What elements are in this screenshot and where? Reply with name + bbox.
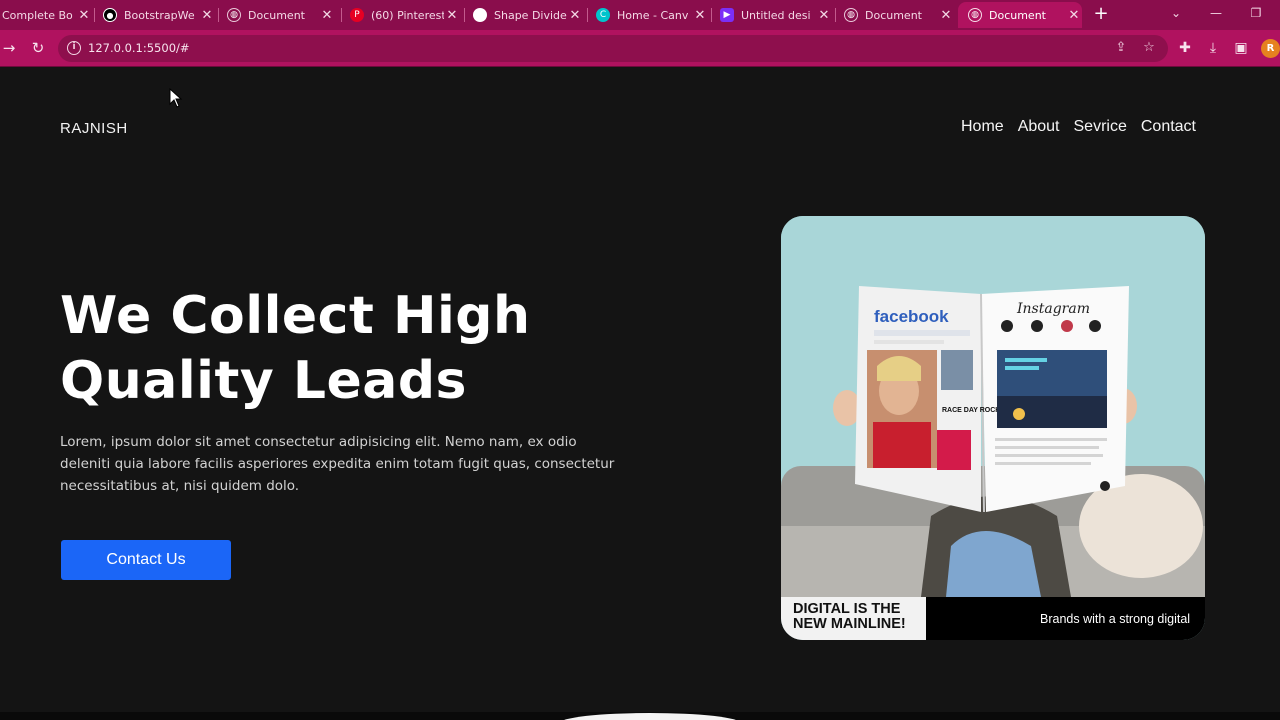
browser-tab[interactable]: Complete Bo ✕ bbox=[0, 2, 92, 28]
nav-link-service[interactable]: Sevrice bbox=[1074, 118, 1127, 136]
hero-title: We Collect High Quality Leads bbox=[60, 284, 620, 414]
share-icon[interactable]: ⇪ bbox=[1113, 40, 1129, 56]
browser-toolbar: → ↻ i 127.0.0.1:5500/# ⇪ ☆ ✚ ⤓ ▣ R bbox=[0, 30, 1280, 67]
tab-bar: Complete Bo ✕ ● BootstrapWe ✕ ◍ Document… bbox=[0, 0, 1280, 30]
browser-tab[interactable]: P (60) Pinterest ✕ bbox=[350, 2, 460, 28]
minimize-icon[interactable]: — bbox=[1209, 6, 1223, 20]
browser-tab[interactable]: C Home - Canv ✕ bbox=[596, 2, 708, 28]
tab-title: Document bbox=[248, 8, 305, 22]
mouse-cursor-icon bbox=[169, 88, 183, 108]
reload-icon[interactable]: ↻ bbox=[29, 39, 47, 57]
video-icon: ▶ bbox=[720, 8, 734, 22]
tab-title: Complete Bo bbox=[2, 8, 73, 22]
tab-search-chevron-icon[interactable]: ⌄ bbox=[1169, 6, 1183, 20]
hero-description: Lorem, ipsum dolor sit amet consectetur … bbox=[60, 434, 615, 494]
address-bar[interactable]: i 127.0.0.1:5500/# ⇪ ☆ bbox=[58, 35, 1168, 62]
download-icon[interactable]: ⤓ bbox=[1204, 39, 1222, 57]
section-divider-curve bbox=[0, 712, 1280, 720]
tab-title: BootstrapWe bbox=[124, 8, 195, 22]
globe-icon: ◍ bbox=[968, 8, 982, 22]
web-page: RAJNISH Home About Sevrice Contact We Co… bbox=[0, 68, 1280, 720]
close-tab-icon[interactable]: ✕ bbox=[319, 8, 335, 23]
brand-logo[interactable]: RAJNISH bbox=[60, 120, 128, 137]
tab-title: (60) Pinterest bbox=[371, 8, 444, 22]
hero-image: facebook RACE DAY ROCKET Instagram DIGIT… bbox=[781, 216, 1205, 640]
close-tab-icon[interactable]: ✕ bbox=[444, 8, 460, 23]
close-tab-icon[interactable]: ✕ bbox=[816, 8, 832, 23]
extensions-puzzle-icon[interactable]: ✚ bbox=[1176, 39, 1194, 57]
pinterest-icon: P bbox=[350, 8, 364, 22]
canva-icon: C bbox=[596, 8, 610, 22]
close-tab-icon[interactable]: ✕ bbox=[199, 8, 215, 23]
contact-us-button[interactable]: Contact Us bbox=[61, 540, 231, 580]
profile-avatar[interactable]: R bbox=[1261, 39, 1280, 58]
nav-link-about[interactable]: About bbox=[1018, 118, 1060, 136]
nav-link-home[interactable]: Home bbox=[961, 118, 1004, 136]
browser-tab[interactable]: ◍ Document ✕ bbox=[844, 2, 954, 28]
url-text[interactable]: 127.0.0.1:5500/# bbox=[88, 41, 190, 55]
close-tab-icon[interactable]: ✕ bbox=[76, 8, 92, 23]
site-info-icon[interactable]: i bbox=[67, 41, 81, 55]
tab-title: Home - Canv bbox=[617, 8, 689, 22]
tab-title: Shape Divide bbox=[494, 8, 567, 22]
main-nav: Home About Sevrice Contact bbox=[961, 118, 1196, 136]
bookmark-star-icon[interactable]: ☆ bbox=[1141, 40, 1157, 56]
side-panel-icon[interactable]: ▣ bbox=[1232, 39, 1250, 57]
close-tab-icon[interactable]: ✕ bbox=[567, 8, 583, 23]
globe-icon: ◍ bbox=[227, 8, 241, 22]
nav-link-contact[interactable]: Contact bbox=[1141, 118, 1196, 136]
hero-title-line-1: We Collect High bbox=[60, 286, 531, 346]
instagram-logo-text: Instagram bbox=[1016, 301, 1090, 317]
browser-tab[interactable]: ▶ Untitled desi ✕ bbox=[720, 2, 832, 28]
browser-tab-active[interactable]: ◍ Document ✕ bbox=[958, 2, 1082, 28]
browser-tab[interactable]: Shape Divide ✕ bbox=[473, 2, 583, 28]
globe-icon: ◍ bbox=[844, 8, 858, 22]
shape-icon bbox=[473, 8, 487, 22]
tab-title: Document bbox=[865, 8, 922, 22]
tab-title: Document bbox=[989, 8, 1046, 22]
github-icon: ● bbox=[103, 8, 117, 22]
new-tab-plus-icon[interactable]: + bbox=[1092, 5, 1110, 23]
close-tab-icon[interactable]: ✕ bbox=[938, 8, 954, 23]
maximize-icon[interactable]: ❐ bbox=[1249, 6, 1263, 20]
tab-title: Untitled desi bbox=[741, 8, 811, 22]
facebook-logo-text: facebook bbox=[874, 307, 949, 326]
image-tagline: Brands with a strong digital bbox=[1040, 612, 1191, 626]
browser-tab[interactable]: ◍ Document ✕ bbox=[227, 2, 335, 28]
forward-arrow-icon[interactable]: → bbox=[0, 39, 18, 57]
hero-title-line-2: Quality Leads bbox=[60, 351, 467, 411]
close-tab-icon[interactable]: ✕ bbox=[1066, 8, 1082, 23]
close-tab-icon[interactable]: ✕ bbox=[692, 8, 708, 23]
image-headline: DIGITAL IS THE NEW MAINLINE! bbox=[781, 597, 926, 640]
newspaper-reader-illustration: facebook RACE DAY ROCKET Instagram bbox=[781, 216, 1205, 597]
browser-tab[interactable]: ● BootstrapWe ✕ bbox=[103, 2, 215, 28]
